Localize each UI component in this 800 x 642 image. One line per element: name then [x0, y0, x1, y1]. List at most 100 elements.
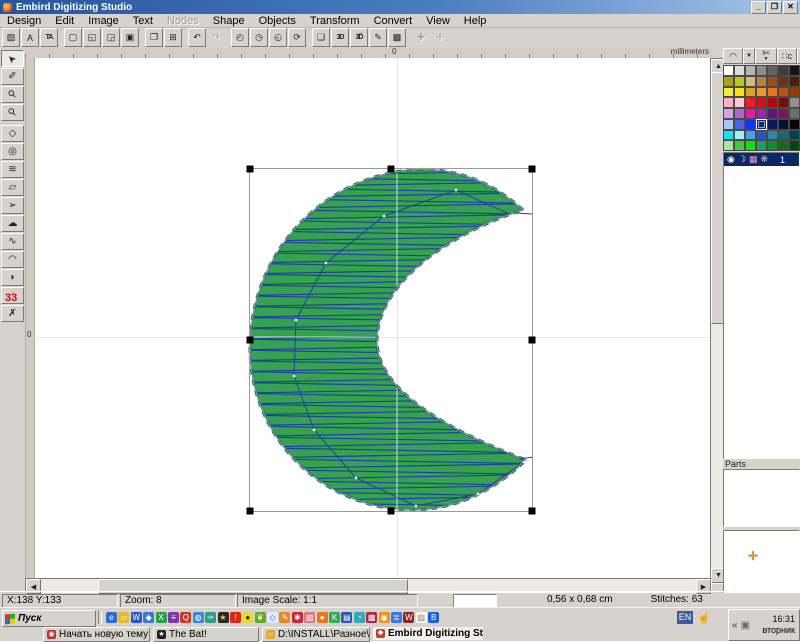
mail-icon[interactable]: ◆: [143, 612, 154, 623]
books-icon[interactable]: ≡: [168, 612, 179, 623]
menu-item-convert[interactable]: Convert: [367, 15, 420, 27]
alert-icon[interactable]: !: [230, 612, 241, 623]
palette-color[interactable]: [789, 108, 800, 119]
ie-icon[interactable]: e: [106, 612, 117, 623]
menu-item-transform[interactable]: Transform: [303, 15, 367, 27]
palette-color[interactable]: [723, 108, 734, 119]
task-button-4[interactable]: ❖Embird Digitizing Stud...: [373, 627, 483, 640]
fill-mode-button-dropdown[interactable]: ▼: [743, 48, 755, 64]
palette-color[interactable]: [745, 140, 756, 151]
excel-icon[interactable]: X: [156, 612, 167, 623]
palette-color[interactable]: [756, 76, 767, 87]
duck-icon[interactable]: ●: [242, 612, 253, 623]
palette-color[interactable]: [756, 97, 767, 108]
preview-panel[interactable]: ✛: [723, 530, 800, 593]
save-design-button[interactable]: ▣: [121, 28, 139, 47]
palette-color[interactable]: [778, 119, 789, 130]
menu-item-design[interactable]: Design: [0, 15, 48, 27]
wine-icon[interactable]: W: [403, 612, 414, 623]
frog-icon[interactable]: ❦: [255, 612, 266, 623]
compensation-dial-button[interactable]: ◷: [250, 28, 268, 47]
view-3d-stitches-button[interactable]: 3̈D̈: [350, 28, 368, 47]
feather-icon[interactable]: ✑: [205, 612, 216, 623]
copy-button[interactable]: ❐: [145, 28, 163, 47]
palette-color[interactable]: [778, 130, 789, 141]
palette-color[interactable]: [767, 140, 778, 151]
selection-handle[interactable]: [247, 166, 254, 173]
restore-button[interactable]: ❐: [767, 1, 782, 14]
folder-icon[interactable]: ▱: [118, 612, 129, 623]
tray-app-icon[interactable]: ▣: [741, 620, 750, 631]
palette-color[interactable]: [778, 108, 789, 119]
open-design-button[interactable]: ◱: [83, 28, 101, 47]
palette-color[interactable]: [778, 97, 789, 108]
palette-color[interactable]: [767, 119, 778, 130]
parts-panel[interactable]: [723, 469, 800, 527]
menu-item-objects[interactable]: Objects: [252, 15, 303, 27]
angle-dial-button[interactable]: ◵: [269, 28, 287, 47]
palette-color[interactable]: [767, 130, 778, 141]
palette-color[interactable]: [734, 65, 745, 76]
motif-fill-tool[interactable]: ≋: [1, 161, 24, 178]
new-design-button[interactable]: ▢: [64, 28, 82, 47]
flower-icon[interactable]: ✱: [292, 612, 303, 623]
monitor-icon[interactable]: ▤: [341, 612, 352, 623]
zoom-actual-tool[interactable]: ⚲: [1, 104, 24, 121]
palette-color[interactable]: [734, 140, 745, 151]
window-3d-button[interactable]: ❏: [312, 28, 330, 47]
bat-icon[interactable]: ★: [218, 612, 229, 623]
palette-color[interactable]: [767, 97, 778, 108]
tray-expand-chevron[interactable]: «: [732, 620, 738, 631]
palette-color[interactable]: [745, 119, 756, 130]
palette-color[interactable]: [745, 65, 756, 76]
close-button[interactable]: ✕: [783, 1, 798, 14]
palette-color[interactable]: [789, 97, 800, 108]
palette-color[interactable]: [789, 76, 800, 87]
bluetooth-icon[interactable]: B: [428, 612, 439, 623]
sew-simulator-button[interactable]: ✎: [369, 28, 387, 47]
select-tool[interactable]: ➤: [1, 50, 24, 67]
antivirus-icon[interactable]: K: [329, 612, 340, 623]
palette-color[interactable]: [723, 130, 734, 141]
backdrop-button[interactable]: ▩: [388, 28, 406, 47]
notes-icon[interactable]: ▨: [416, 612, 427, 623]
arrow-shape-tool[interactable]: ➢: [1, 197, 24, 214]
ruby-icon[interactable]: ▩: [366, 612, 377, 623]
palette-color[interactable]: [734, 76, 745, 87]
selection-handle[interactable]: [247, 337, 254, 344]
menu-item-shape[interactable]: Shape: [206, 15, 252, 27]
palette-color[interactable]: [789, 65, 800, 76]
word-icon[interactable]: W: [131, 612, 142, 623]
rotate-button[interactable]: ⟳: [288, 28, 306, 47]
palette-color[interactable]: [723, 119, 734, 130]
fill-hole-tool[interactable]: ◎: [1, 143, 24, 160]
palette-color[interactable]: [745, 87, 756, 98]
palette-color[interactable]: [756, 108, 767, 119]
palette-color[interactable]: [734, 108, 745, 119]
palette-color[interactable]: [734, 97, 745, 108]
start-button[interactable]: Пуск: [2, 610, 96, 627]
palette-color[interactable]: [789, 140, 800, 151]
objects-list[interactable]: ◉☾▦❋1: [723, 152, 800, 459]
palette-color[interactable]: [756, 140, 767, 151]
quark-icon[interactable]: Q: [180, 612, 191, 623]
lines-icon[interactable]: ≣: [391, 612, 402, 623]
palette-color[interactable]: [756, 87, 767, 98]
palette-color[interactable]: [778, 76, 789, 87]
media-icon[interactable]: ◉: [379, 612, 390, 623]
callout-shape-tool[interactable]: ◗: [1, 269, 24, 286]
menu-item-text[interactable]: Text: [126, 15, 160, 27]
diamond-icon[interactable]: ◇: [267, 612, 278, 623]
palette-color[interactable]: [767, 76, 778, 87]
palette-color[interactable]: [767, 87, 778, 98]
connection-trim-button[interactable]: ✄▼: [755, 48, 777, 64]
menu-item-view[interactable]: View: [419, 15, 457, 27]
selection-handle[interactable]: [529, 337, 536, 344]
photo-icon[interactable]: ▧: [304, 612, 315, 623]
palette-color[interactable]: [745, 76, 756, 87]
palette-color[interactable]: [734, 119, 745, 130]
edit-nodes-tool[interactable]: ✐: [1, 68, 24, 85]
palette-color[interactable]: [723, 76, 734, 87]
palette-color[interactable]: [734, 130, 745, 141]
selection-handle[interactable]: [529, 166, 536, 173]
